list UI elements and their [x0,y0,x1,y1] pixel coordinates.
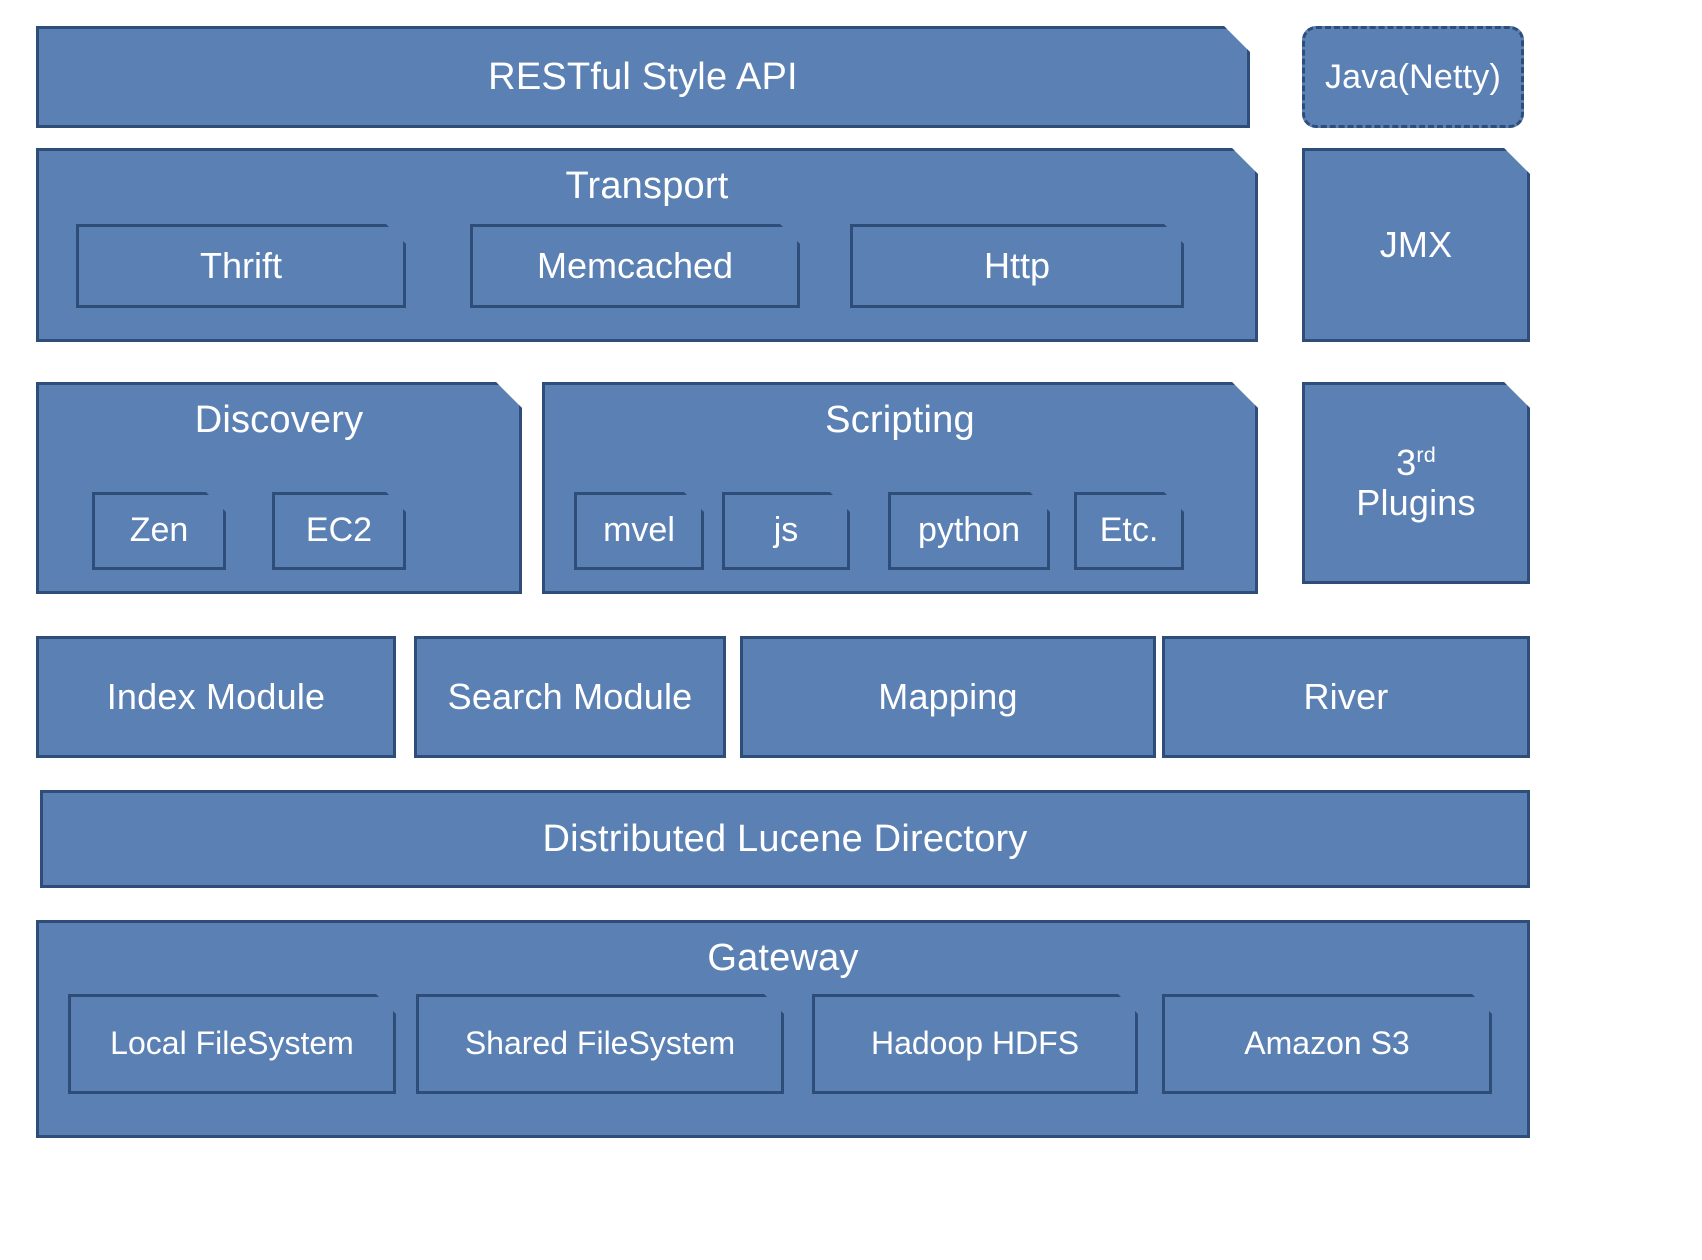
discovery-child-ec2: EC2 [272,492,406,570]
transport-title: Transport [565,165,729,207]
scripting-title: Scripting [825,399,975,441]
gateway-child-shared-filesystem: Shared FileSystem [416,994,784,1094]
module-index: Index Module [36,636,396,758]
distributed-lucene-directory-box: Distributed Lucene Directory [40,790,1530,888]
architecture-diagram: RESTful Style API Java(Netty) Transport … [0,0,1702,1260]
search-module-label: Search Module [447,675,693,717]
transport-child-memcached: Memcached [470,224,800,308]
zen-label: Zen [129,511,189,550]
distributed-lucene-directory-label: Distributed Lucene Directory [542,817,1028,860]
plugins-ordinal-line: 3rd [1396,443,1436,483]
ec2-label: EC2 [305,511,373,550]
plugins-number: 3 [1396,441,1417,483]
java-netty-box: Java(Netty) [1302,26,1524,128]
scripting-child-js: js [722,492,850,570]
restful-style-api-label: RESTful Style API [488,55,798,98]
transport-child-http: Http [850,224,1184,308]
memcached-label: Memcached [536,245,734,287]
river-label: River [1303,675,1389,717]
module-river: River [1162,636,1530,758]
shared-filesystem-label: Shared FileSystem [464,1025,736,1062]
http-label: Http [983,245,1051,287]
plugins-label: Plugins [1356,482,1476,523]
java-netty-label: Java(Netty) [1324,57,1502,96]
jmx-box: JMX [1302,148,1530,342]
js-label: js [773,511,799,550]
mapping-label: Mapping [878,675,1018,717]
gateway-child-amazon-s3: Amazon S3 [1162,994,1492,1094]
scripting-child-python: python [888,492,1050,570]
discovery-title: Discovery [194,399,364,441]
plugins-ordinal-suffix: rd [1416,441,1436,467]
scripting-child-mvel: mvel [574,492,704,570]
module-search: Search Module [414,636,726,758]
jmx-label: JMX [1379,223,1453,265]
gateway-title: Gateway [707,937,859,979]
amazon-s3-label: Amazon S3 [1244,1025,1410,1062]
python-label: python [917,511,1021,550]
restful-style-api-box: RESTful Style API [36,26,1250,128]
module-mapping: Mapping [740,636,1156,758]
transport-child-thrift: Thrift [76,224,406,308]
mvel-label: mvel [603,511,675,550]
index-module-label: Index Module [106,675,326,717]
etc-label: Etc. [1099,511,1159,550]
gateway-child-hadoop-hdfs: Hadoop HDFS [812,994,1138,1094]
scripting-child-etc: Etc. [1074,492,1184,570]
third-party-plugins-box: 3rd Plugins [1302,382,1530,584]
gateway-child-local-filesystem: Local FileSystem [68,994,396,1094]
hadoop-hdfs-label: Hadoop HDFS [870,1025,1080,1062]
thrift-label: Thrift [199,245,282,287]
discovery-child-zen: Zen [92,492,226,570]
local-filesystem-label: Local FileSystem [110,1025,354,1062]
